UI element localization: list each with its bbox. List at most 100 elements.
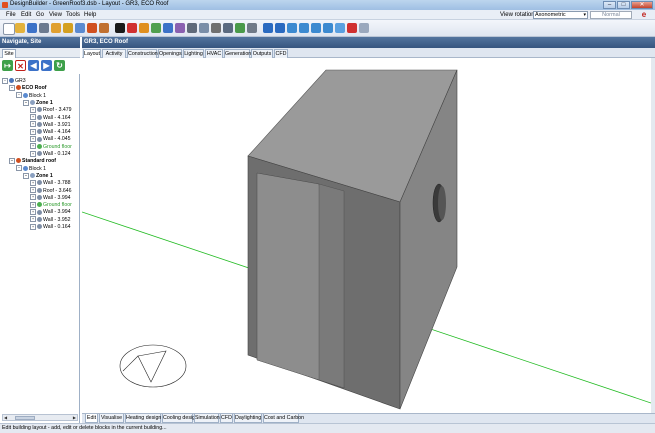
open-file-icon[interactable] <box>15 23 25 33</box>
collapse-icon[interactable]: − <box>16 92 22 99</box>
offset-icon[interactable] <box>211 23 221 33</box>
tab-cfd[interactable]: CFD <box>220 414 233 423</box>
scroll-thumb[interactable] <box>15 416 35 420</box>
expand-icon[interactable]: + <box>30 121 36 128</box>
tab-cfd[interactable]: CFD <box>274 49 288 58</box>
help-icon[interactable]: e <box>639 10 649 20</box>
menu-go[interactable]: Go <box>36 12 44 18</box>
tree-item[interactable]: + Wall - 0.164 <box>30 223 71 231</box>
help-toolbar-icon[interactable] <box>359 23 369 33</box>
pencil-icon[interactable] <box>63 23 73 33</box>
collapse-icon[interactable]: − <box>23 99 29 106</box>
rotate-icon[interactable] <box>175 23 185 33</box>
menu-tools[interactable]: Tools <box>66 12 80 18</box>
tab-openings[interactable]: Openings <box>158 49 182 58</box>
expand-icon[interactable]: + <box>30 201 36 208</box>
tab-construction[interactable]: Construction <box>127 49 158 58</box>
print-icon[interactable] <box>39 23 49 33</box>
tab-cooling-design[interactable]: Cooling design <box>162 414 198 423</box>
measure-icon[interactable] <box>75 23 85 33</box>
tree-horizontal-scrollbar[interactable]: ◀ ▶ <box>2 414 78 421</box>
tab-simulation[interactable]: Simulation <box>194 414 220 423</box>
delete-icon[interactable]: ✕ <box>15 60 26 71</box>
stretch-icon[interactable] <box>199 23 209 33</box>
tab-layout[interactable]: Layout <box>83 49 101 58</box>
add-door-icon[interactable] <box>163 23 173 33</box>
wizard-icon[interactable] <box>51 23 61 33</box>
forward-icon[interactable]: ▶ <box>41 60 52 71</box>
tab-lighting[interactable]: Lighting <box>183 49 204 58</box>
tab-site[interactable]: Site <box>2 49 16 58</box>
collapse-icon[interactable]: − <box>9 84 15 91</box>
expand-icon[interactable]: + <box>30 216 36 223</box>
expand-icon[interactable]: + <box>30 136 36 143</box>
delete-icon[interactable] <box>247 23 257 33</box>
split-icon[interactable] <box>223 23 233 33</box>
tab-cost-and-carbon[interactable]: Cost and Carbon <box>263 414 304 423</box>
undo-icon[interactable] <box>263 23 273 33</box>
expand-icon[interactable]: + <box>30 143 36 150</box>
tab-visualise[interactable]: Visualise <box>99 414 124 423</box>
expand-icon[interactable]: + <box>30 106 36 113</box>
tab-generation[interactable]: Generation <box>224 49 251 58</box>
expand-icon[interactable]: + <box>30 223 36 230</box>
expand-icon[interactable]: + <box>30 150 36 157</box>
close-button[interactable]: ✕ <box>631 1 653 9</box>
copy-icon[interactable] <box>99 23 109 33</box>
window-title: DesignBuilder - GreenRoof3.dsb - Layout … <box>10 1 169 7</box>
grid-icon[interactable] <box>335 23 345 33</box>
tab-outputs[interactable]: Outputs <box>251 49 273 58</box>
tree-item-label: Zone 1 <box>36 99 53 106</box>
save-icon[interactable] <box>27 23 37 33</box>
scroll-left-icon[interactable]: ◀ <box>4 415 7 420</box>
mirror-icon[interactable] <box>187 23 197 33</box>
3d-viewport[interactable] <box>82 58 651 413</box>
zoom-fit-icon[interactable] <box>311 23 321 33</box>
select-arrow-icon[interactable] <box>115 23 125 33</box>
expand-icon[interactable]: + <box>30 209 36 216</box>
menu-edit[interactable]: Edit <box>21 12 31 18</box>
tree-item-label: Standard roof <box>22 158 57 165</box>
go-up-icon[interactable]: ↦ <box>2 60 13 71</box>
view-mode-field[interactable]: Normal <box>590 11 632 19</box>
tab-daylighting[interactable]: Daylighting <box>234 414 262 423</box>
merge-icon[interactable] <box>235 23 245 33</box>
collapse-icon[interactable]: − <box>2 77 8 84</box>
draw-block-icon[interactable] <box>127 23 137 33</box>
status-bar: Edit building layout - add, edit or dele… <box>0 423 655 433</box>
tab-hvac[interactable]: HVAC <box>205 49 223 58</box>
expand-icon[interactable]: + <box>30 114 36 121</box>
expand-icon[interactable]: + <box>30 179 36 186</box>
new-file-icon[interactable] <box>3 23 15 35</box>
tab-activity[interactable]: Activity <box>102 49 126 58</box>
view-rotation-label: View rotation <box>500 12 535 18</box>
expand-icon[interactable]: + <box>30 194 36 201</box>
menu-view[interactable]: View <box>49 12 62 18</box>
collapse-icon[interactable]: − <box>23 172 29 179</box>
view-rotation-select[interactable]: Axonometric ▾ <box>533 11 588 19</box>
menu-help[interactable]: Help <box>84 12 96 18</box>
view-rotation-value: Axonometric <box>535 12 566 18</box>
move-icon[interactable] <box>87 23 97 33</box>
redo-icon[interactable] <box>275 23 285 33</box>
pan-icon[interactable] <box>323 23 333 33</box>
collapse-icon[interactable]: − <box>9 157 15 164</box>
add-window-icon[interactable] <box>151 23 161 33</box>
collapse-icon[interactable]: − <box>16 165 22 172</box>
expand-icon[interactable]: + <box>30 128 36 135</box>
scroll-right-icon[interactable]: ▶ <box>73 415 76 420</box>
snap-icon[interactable] <box>347 23 357 33</box>
viewport-edge-scrollbar[interactable] <box>651 58 655 413</box>
maximize-button[interactable]: □ <box>617 1 630 9</box>
refresh-icon[interactable]: ↻ <box>54 60 65 71</box>
tree-item-label: Wall - 3.994 <box>43 194 71 201</box>
zoom-out-icon[interactable] <box>299 23 309 33</box>
minimize-button[interactable]: – <box>603 1 616 9</box>
tab-edit[interactable]: Edit <box>85 414 98 423</box>
draw-zone-icon[interactable] <box>139 23 149 33</box>
back-icon[interactable]: ◀ <box>28 60 39 71</box>
expand-icon[interactable]: + <box>30 187 36 194</box>
zoom-in-icon[interactable] <box>287 23 297 33</box>
menu-file[interactable]: File <box>6 12 16 18</box>
tab-heating-design[interactable]: Heating design <box>125 414 161 423</box>
